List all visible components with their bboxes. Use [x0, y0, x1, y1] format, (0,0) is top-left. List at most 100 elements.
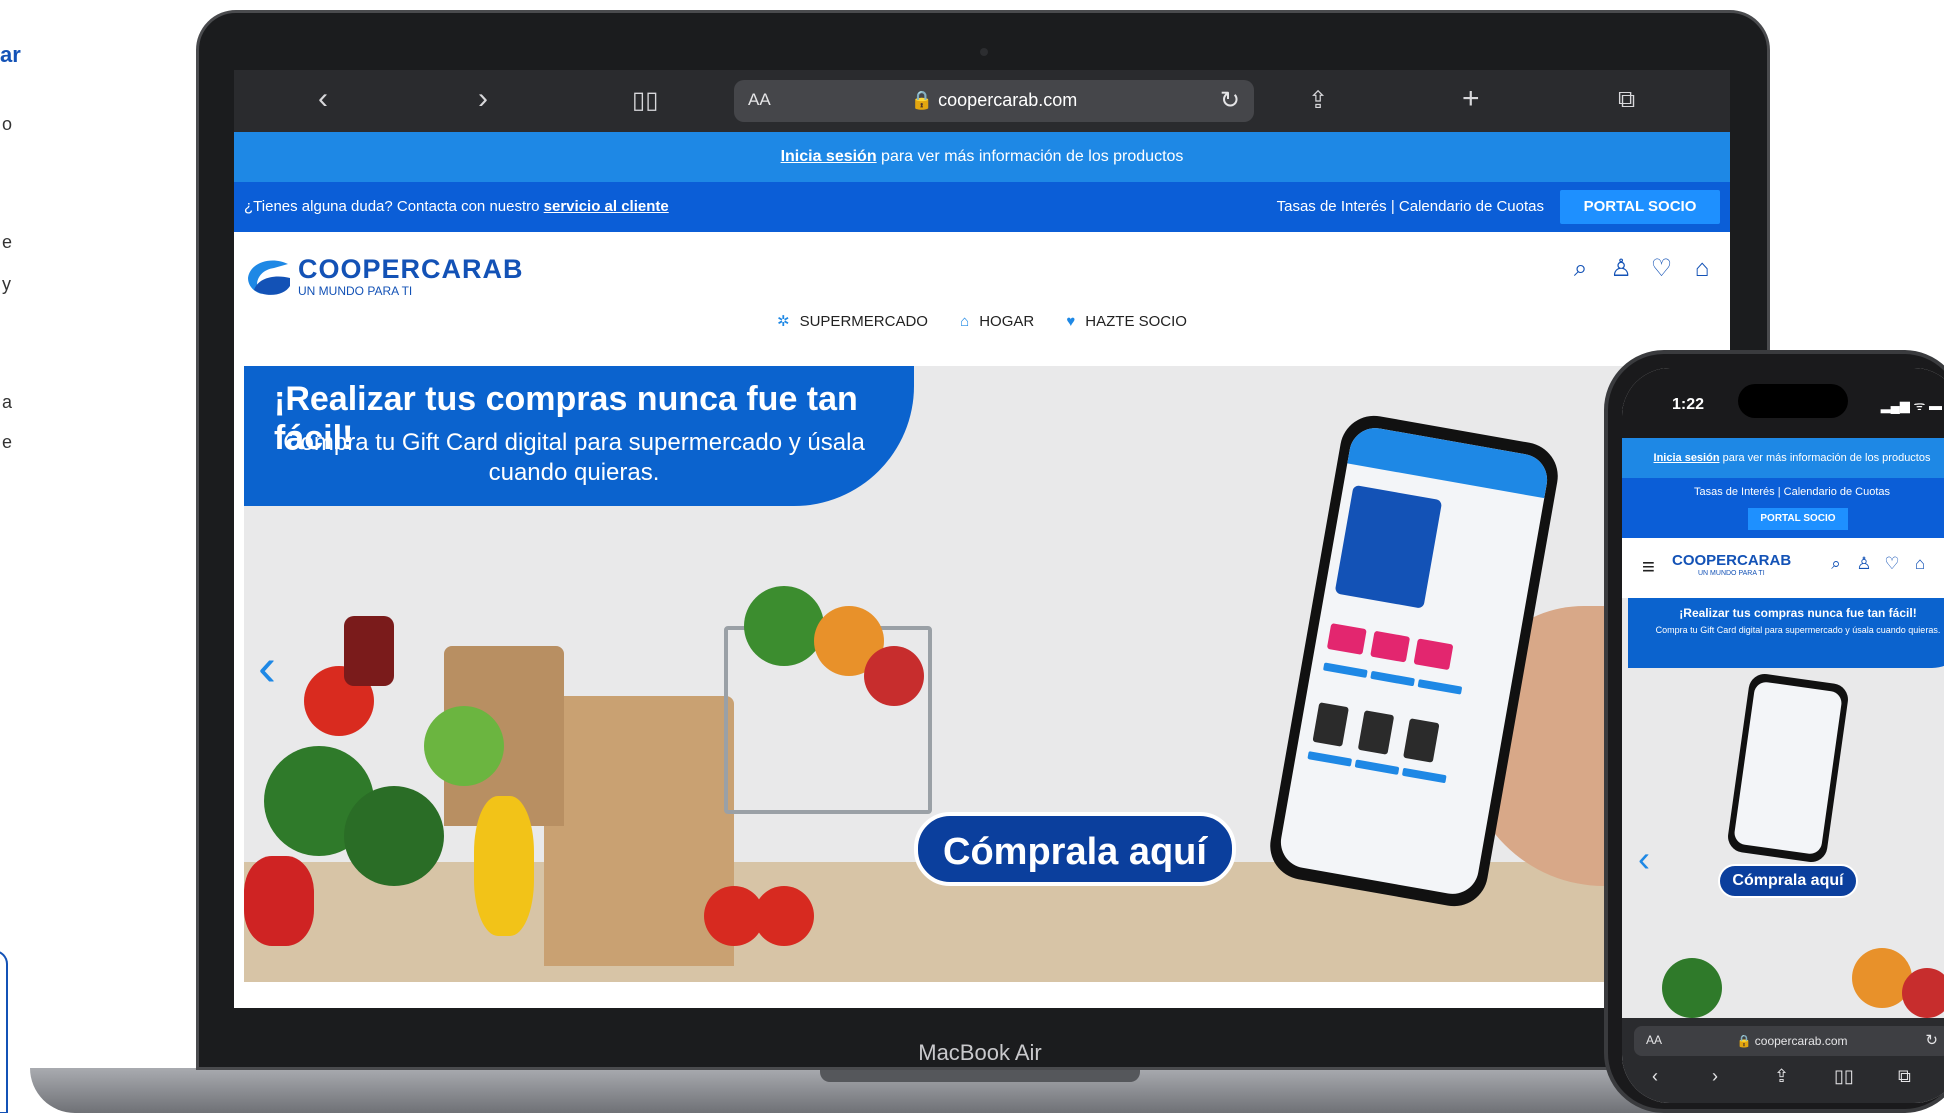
forward-icon[interactable]: ›	[1712, 1066, 1718, 1087]
promo-text: para ver más información de los producto…	[876, 148, 1184, 165]
search-icon[interactable]: ⌕	[1822, 554, 1850, 574]
hero-phone-banner	[1334, 484, 1443, 609]
phone-screen: 1:22 ▂▄▆ ᯤ ▬ Inicia sesión para ver más …	[1622, 368, 1944, 1103]
main-nav: ✲ SUPERMERCADO ⌂ HOGAR ♥ HAZTE SOCIO	[234, 312, 1730, 330]
phone-hero-subtitle: Compra tu Gift Card digital para superme…	[1655, 625, 1941, 635]
snowflake-icon: ✲	[777, 313, 790, 330]
phone-hero-title: ¡Realizar tus compras nunca fue tan fáci…	[1679, 606, 1917, 620]
phone-address-bar[interactable]: AA 🔒 coopercarab.com ↻	[1634, 1026, 1944, 1056]
left-text-fragment: e	[2, 432, 13, 452]
bookmarks-icon[interactable]: ▯▯	[1834, 1066, 1854, 1087]
phone-carousel-prev-icon[interactable]: ‹	[1638, 838, 1650, 880]
gift-card-image	[1326, 623, 1367, 655]
phone-login-link[interactable]: Inicia sesión	[1654, 452, 1720, 464]
phone-url-text[interactable]: 🔒 coopercarab.com	[1634, 1034, 1944, 1048]
share-icon[interactable]: ⇪	[1774, 1066, 1789, 1087]
logo-tagline: UN MUNDO PARA TI	[298, 284, 413, 298]
new-tab-icon[interactable]: +	[1462, 82, 1480, 116]
phone-frame: 1:22 ▂▄▆ ᯤ ▬ Inicia sesión para ver más …	[1604, 350, 1944, 1113]
signal-wifi-battery-icon: ▂▄▆ ᯤ ▬	[1880, 398, 1942, 413]
vegetable-image	[864, 646, 924, 706]
pepper-image	[474, 796, 534, 936]
hero-phone-topbar	[1347, 424, 1552, 499]
rates-calendar-links[interactable]: Tasas de Interés | Calendario de Cuotas	[1277, 198, 1544, 215]
nav-label: HOGAR	[979, 313, 1035, 330]
login-link[interactable]: Inicia sesión	[781, 148, 877, 165]
phone-help-bar: Tasas de Interés | Calendario de Cuotas …	[1622, 478, 1944, 538]
mini-button	[1370, 670, 1415, 687]
phone-header: ≡ COOPERCARAB UN MUNDO PARA TI ⌕ ♙ ♡ ⌂	[1622, 538, 1944, 598]
vegetable-image	[744, 586, 824, 666]
phone-rates-links[interactable]: Tasas de Interés | Calendario de Cuotas	[1622, 486, 1944, 498]
left-page-fragment: ar o e y a e	[0, 0, 40, 1113]
customer-service-link[interactable]: servicio al cliente	[544, 198, 669, 215]
nav-label: HAZTE SOCIO	[1085, 313, 1187, 330]
left-text-fragment: e	[2, 232, 13, 252]
bag-icon[interactable]: ⌂	[1684, 255, 1720, 283]
nav-item-hazte-socio[interactable]: ♥ HAZTE SOCIO	[1066, 313, 1187, 330]
mini-button	[1417, 679, 1463, 695]
reload-icon[interactable]: ↻	[1220, 86, 1240, 115]
share-icon[interactable]: ⇪	[1308, 86, 1328, 115]
jar-image	[344, 616, 394, 686]
laptop-screen: ‹ › ▯▯ AA 🔒 coopercarab.com ↻ ⇪ + ⧉ Inic…	[234, 70, 1730, 1008]
mini-button	[1354, 759, 1400, 775]
hamburger-menu-icon[interactable]: ≡	[1642, 554, 1655, 580]
search-icon[interactable]: ⌕	[1563, 255, 1599, 283]
portal-socio-button[interactable]: PORTAL SOCIO	[1560, 190, 1720, 224]
phone-hero-band: ¡Realizar tus compras nunca fue tan fáci…	[1628, 598, 1944, 668]
phone-login-promo-bar: Inicia sesión para ver más información d…	[1622, 438, 1944, 478]
bag-icon[interactable]: ⌂	[1906, 554, 1934, 574]
laptop-model-label: MacBook Air	[918, 1040, 1042, 1065]
coopercarab-logo[interactable]: COOPERCARAB UN MUNDO PARA TI	[244, 252, 523, 302]
logo-mark-icon	[248, 260, 290, 295]
phone-hero-phone-image	[1725, 671, 1851, 865]
vegetable-image	[1662, 958, 1722, 1018]
pepper-image	[424, 706, 504, 786]
tabs-overview-icon[interactable]: ⧉	[1898, 1066, 1911, 1087]
dynamic-island	[1738, 384, 1848, 418]
gift-card-image	[1357, 710, 1395, 755]
bookmarks-icon[interactable]: ▯▯	[632, 86, 658, 115]
handshake-icon: ♥	[1066, 313, 1076, 330]
url-text[interactable]: 🔒 coopercarab.com	[734, 90, 1254, 111]
back-icon[interactable]: ‹	[318, 82, 328, 116]
nav-item-hogar[interactable]: ⌂ HOGAR	[960, 313, 1034, 330]
help-text: ¿Tienes alguna duda? Contacta con nuestr…	[244, 198, 544, 215]
user-icon[interactable]: ♙	[1603, 254, 1639, 283]
hero-subtitle: Compra tu Gift Card digital para superme…	[283, 429, 865, 486]
hero-headline-band: ¡Realizar tus compras nunca fue tan fáci…	[244, 366, 914, 506]
gift-card-image	[1413, 638, 1454, 671]
hero-cta-button[interactable]: Cómprala aquí	[914, 812, 1236, 886]
left-text-fragment: y	[2, 274, 11, 294]
browser-toolbar: ‹ › ▯▯ AA 🔒 coopercarab.com ↻ ⇪ + ⧉	[234, 70, 1730, 132]
phone-header-icons: ⌕ ♙ ♡ ⌂	[1822, 554, 1934, 574]
left-heading-fragment: ar	[0, 42, 21, 67]
address-bar[interactable]: AA 🔒 coopercarab.com ↻	[734, 80, 1254, 122]
laptop-camera	[980, 48, 988, 56]
phone-logo-tagline: UN MUNDO PARA TI	[1698, 570, 1765, 577]
nav-item-supermercado[interactable]: ✲ SUPERMERCADO	[777, 312, 928, 330]
phone-promo-text: para ver más información de los producto…	[1719, 452, 1931, 464]
mini-button	[1307, 751, 1353, 767]
phone-reload-icon[interactable]: ↻	[1925, 1031, 1938, 1049]
back-icon[interactable]: ‹	[1652, 1066, 1658, 1087]
gift-card-image	[1312, 702, 1349, 747]
tabs-overview-icon[interactable]: ⧉	[1618, 86, 1635, 114]
carousel-prev-icon[interactable]: ‹	[258, 636, 276, 698]
phone-logo-name[interactable]: COOPERCARAB	[1672, 552, 1791, 569]
logo-name: COOPERCARAB	[298, 254, 524, 284]
phone-portal-socio-button[interactable]: PORTAL SOCIO	[1748, 508, 1848, 530]
pepper-image	[244, 856, 314, 946]
forward-icon[interactable]: ›	[478, 82, 488, 116]
phone-status-bar: 1:22 ▂▄▆ ᯤ ▬	[1622, 368, 1944, 438]
gift-card-image	[1370, 630, 1411, 663]
heart-icon[interactable]: ♡	[1878, 554, 1906, 574]
phone-hero-cta-button[interactable]: Cómprala aquí	[1718, 864, 1858, 898]
vegetable-image	[1902, 968, 1944, 1018]
help-bar: ¿Tienes alguna duda? Contacta con nuestr…	[234, 182, 1730, 232]
user-icon[interactable]: ♙	[1850, 554, 1878, 574]
left-text-fragment: a	[2, 392, 13, 412]
heart-icon[interactable]: ♡	[1644, 254, 1680, 283]
left-card-outline	[0, 950, 8, 1113]
